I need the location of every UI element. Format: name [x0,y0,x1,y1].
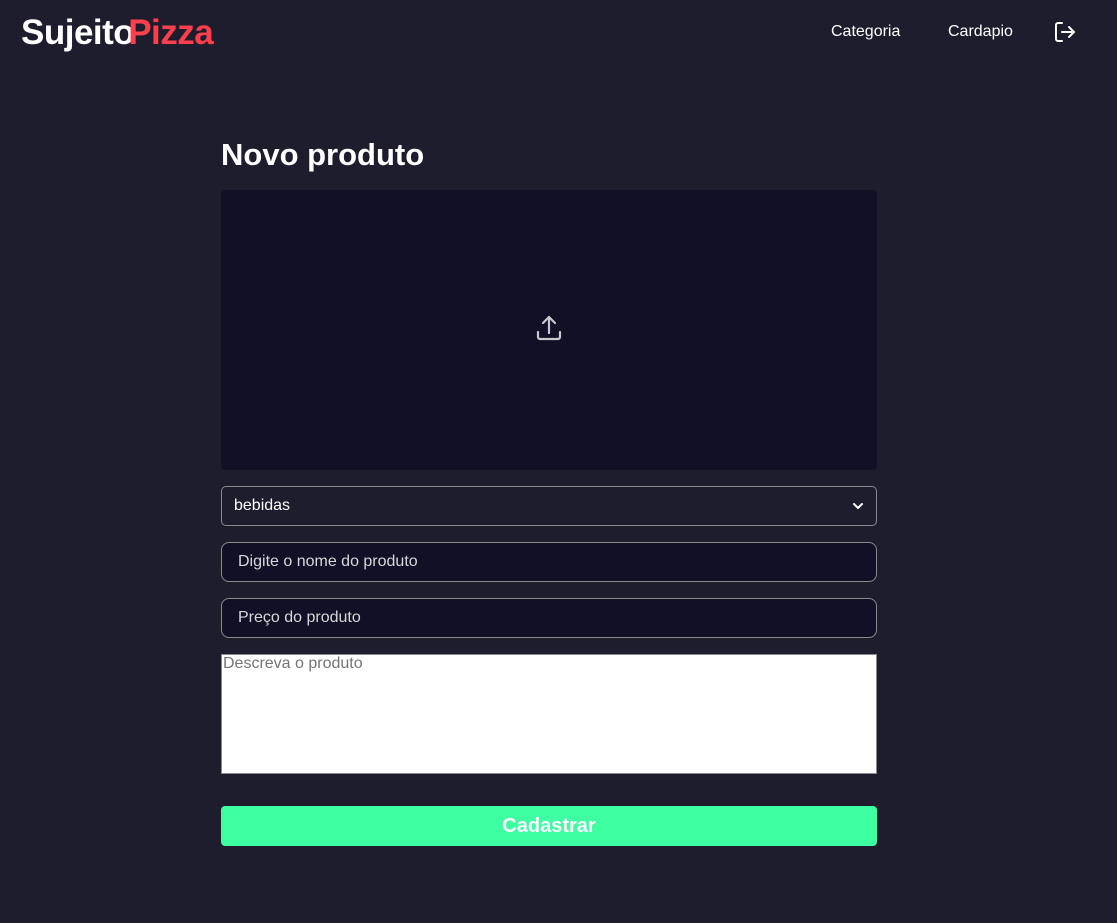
nav-link-cardapio[interactable]: Cardapio [948,23,1013,41]
logo[interactable]: SujeitoPizza [21,13,214,53]
image-upload-area[interactable] [221,190,877,470]
top-header: SujeitoPizza Categoria Cardapio [0,0,1117,64]
category-select[interactable]: bebidas [221,486,877,526]
chevron-down-icon [853,503,863,509]
product-description-placeholder: Descreva o produto [223,655,363,672]
product-price-placeholder: Preço do produto [238,609,361,626]
page-title: Novo produto [221,137,425,172]
submit-button[interactable]: Cadastrar [221,806,877,846]
logo-text-pizza: Pizza [128,13,214,52]
upload-icon [536,315,562,341]
logout-icon [1055,22,1075,42]
logout-button[interactable] [1053,20,1077,44]
new-product-form: Novo produto bebidas Digite o nome do pr… [221,130,877,846]
logo-text-sujeito: Sujeito [21,13,135,52]
product-description-textarea[interactable]: Descreva o produto [221,654,877,774]
product-name-input[interactable]: Digite o nome do produto [221,542,877,582]
product-price-input[interactable]: Preço do produto [221,598,877,638]
category-select-value: bebidas [234,497,291,514]
product-name-placeholder: Digite o nome do produto [238,553,418,570]
nav-link-categoria[interactable]: Categoria [831,23,900,41]
